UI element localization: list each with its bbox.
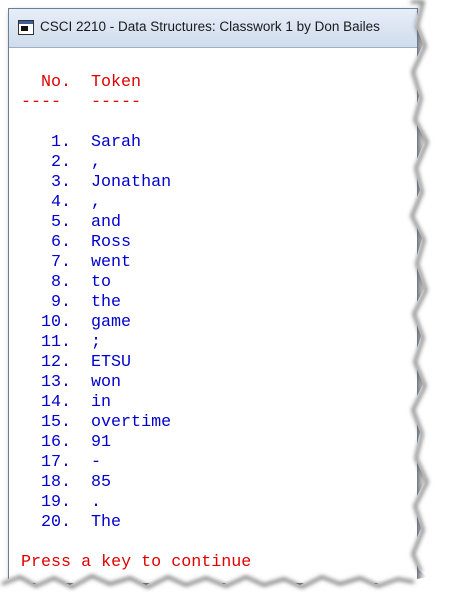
token-number: 5.: [50, 213, 71, 232]
token-row: 4.,: [21, 193, 101, 213]
token-number: 2.: [50, 153, 71, 172]
token-number: 15.: [40, 413, 71, 432]
window-title: CSCI 2210 - Data Structures: Classwork 1…: [40, 19, 380, 34]
torn-edge-decoration: [409, 0, 462, 607]
token-text: game: [91, 313, 132, 332]
token-row: 11.;: [21, 333, 101, 353]
token-number: 8.: [50, 273, 71, 292]
token-text: won: [91, 373, 122, 392]
token-row: 6. Ross: [21, 233, 131, 253]
token-text: and: [91, 213, 122, 232]
header-row: No. Token: [21, 73, 141, 93]
token-row: 1. Sarah: [21, 133, 141, 153]
token-row: 19..: [21, 493, 101, 513]
token-number: 11.: [40, 333, 71, 352]
token-row: 12. ETSU: [21, 353, 131, 373]
token-row: 7. went: [21, 253, 131, 273]
header-underline-row: ---- -----: [21, 93, 141, 113]
title-bar[interactable]: CSCI 2210 - Data Structures: Classwork 1…: [9, 9, 417, 48]
token-number: 10.: [40, 313, 71, 332]
token-text: ETSU: [91, 353, 132, 372]
token-text: overtime: [91, 413, 172, 432]
token-number: 3.: [50, 173, 71, 192]
header-no: No.: [40, 73, 71, 92]
token-text: went: [91, 253, 132, 272]
token-text: in: [91, 393, 112, 412]
console-window: CSCI 2210 - Data Structures: Classwork 1…: [8, 8, 418, 584]
token-number: 14.: [40, 393, 71, 412]
token-text: the: [91, 293, 122, 312]
token-number: 17.: [40, 453, 71, 472]
console-output[interactable]: No. Token ---- ----- 1. Sarah 2., 3. Jonathan 4…: [9, 48, 417, 583]
token-row: 17. -: [21, 453, 101, 473]
token-text: -: [91, 453, 102, 472]
token-row: 9. the: [21, 293, 121, 313]
token-number: 12.: [40, 353, 71, 372]
token-row: 2.,: [21, 153, 101, 173]
token-text: ,: [91, 153, 102, 172]
token-text: 85: [91, 473, 112, 492]
token-text: Sarah: [91, 133, 142, 152]
token-number: 9.: [50, 293, 71, 312]
token-row: 8. to: [21, 273, 111, 293]
token-row: 15. overtime: [21, 413, 171, 433]
header-underline-token: -----: [91, 93, 142, 112]
token-number: 4.: [50, 193, 71, 212]
token-number: 18.: [40, 473, 71, 492]
token-row: 14. in: [21, 393, 111, 413]
token-text: ,: [91, 193, 102, 212]
header-token: Token: [91, 73, 142, 92]
console-window-icon[interactable]: [18, 20, 34, 35]
token-number: 13.: [40, 373, 71, 392]
token-text: The: [91, 513, 122, 532]
token-number: 19.: [40, 493, 71, 512]
token-text: 91: [91, 433, 112, 452]
token-text: to: [91, 273, 112, 292]
token-row: 13. won: [21, 373, 121, 393]
token-text: Jonathan: [91, 173, 172, 192]
token-row: 18. 85: [21, 473, 111, 493]
token-number: 20.: [40, 513, 71, 532]
token-number: 6.: [50, 233, 71, 252]
token-row: 3. Jonathan: [21, 173, 171, 193]
token-row: 5. and: [21, 213, 121, 233]
torn-bottom-decoration: [0, 570, 462, 607]
token-number: 7.: [50, 253, 71, 272]
token-row: 16. 91: [21, 433, 111, 453]
token-number: 1.: [50, 133, 71, 152]
header-underline-no: ----: [21, 93, 62, 112]
token-row: 10. game: [21, 313, 131, 333]
token-text: .: [91, 493, 102, 512]
token-text: ;: [91, 333, 102, 352]
token-text: Ross: [91, 233, 132, 252]
token-row: 20. The: [21, 513, 121, 533]
token-number: 16.: [40, 433, 71, 452]
